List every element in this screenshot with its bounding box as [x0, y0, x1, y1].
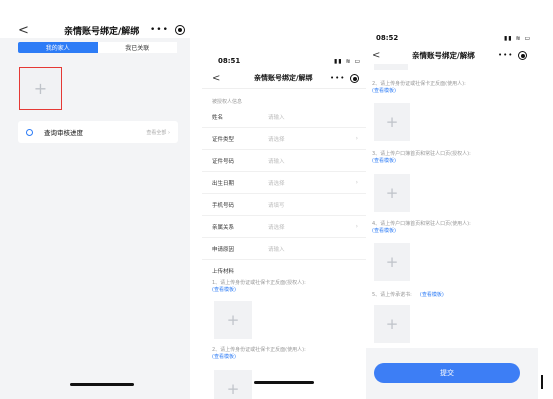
- upload-text: 2、请上传身份证或社保卡正反面(使用人):: [372, 81, 466, 87]
- upload-box-partial: [374, 64, 408, 70]
- field-label: 出生日期: [212, 180, 235, 187]
- field-label: 证件类型: [212, 136, 235, 143]
- page-title: 亲情账号绑定/解绑: [412, 50, 475, 60]
- back-button[interactable]: <: [212, 73, 220, 84]
- more-icon[interactable]: •••: [150, 25, 169, 35]
- view-all-link[interactable]: 查看全部 ›: [146, 129, 170, 136]
- field-label: 手机号码: [212, 202, 235, 209]
- more-icon[interactable]: •••: [330, 74, 345, 82]
- form-row-id-number[interactable]: 证件号码 请输入: [202, 150, 366, 172]
- chevron-right-icon: ›: [355, 135, 358, 142]
- view-template-link[interactable]: (查看模板): [212, 287, 306, 294]
- id-number-input[interactable]: 请输入: [268, 157, 285, 165]
- clock-icon: [26, 128, 33, 136]
- field-label: 亲属关系: [212, 224, 235, 231]
- form-row-id-type[interactable]: 证件类型 请选择 ›: [202, 128, 366, 150]
- form-row-name[interactable]: 姓名 请输入: [202, 106, 366, 128]
- upload-text: 4、请上传户口簿首页和常驻人口页(使用人):: [372, 221, 471, 227]
- status-time: 08:51: [218, 57, 241, 65]
- divider: [202, 88, 366, 89]
- form-row-reason[interactable]: 申请原因 请输入: [202, 238, 366, 260]
- chevron-right-icon: ›: [355, 179, 358, 186]
- field-label: 申请原因: [212, 246, 235, 253]
- status-time: 08:52: [376, 34, 399, 42]
- upload-instruction: 3、请上传户口簿首页和常驻人口页(授权人): (查看模板): [372, 151, 471, 165]
- mini-program-capsule[interactable]: •••: [150, 25, 185, 35]
- home-indicator: [70, 383, 134, 386]
- upload-text: 1、请上传身份证或社保卡正反面(授权人):: [212, 280, 306, 286]
- nav-bar: < 亲情账号绑定/解绑 •••: [202, 72, 366, 84]
- upload-section-title: 上传材料: [212, 269, 235, 275]
- upload-text: 5、请上传承诺书:: [372, 292, 412, 298]
- review-progress-label: 查询审核进度: [44, 129, 83, 137]
- mini-program-capsule[interactable]: •••: [498, 50, 528, 60]
- chevron-right-icon: ›: [355, 223, 358, 230]
- status-bar-area: [0, 0, 190, 22]
- view-template-link[interactable]: (查看模板): [372, 158, 471, 165]
- view-template-link[interactable]: (查看模板): [212, 354, 306, 361]
- review-progress-card[interactable]: 查询审核进度 查看全部 ›: [18, 121, 178, 143]
- upload-box[interactable]: +: [214, 370, 252, 399]
- upload-box[interactable]: +: [374, 103, 410, 141]
- tab-bar: 我的家人 我已关联: [18, 42, 177, 53]
- name-input[interactable]: 请输入: [268, 113, 285, 121]
- reason-input[interactable]: 请输入: [268, 245, 285, 253]
- id-type-select[interactable]: 请选择: [268, 135, 285, 143]
- screen-bind-form: 08:51 ▮▮ ≋ ▭ < 亲情账号绑定/解绑 ••• 被授权人信息 姓名 请…: [202, 0, 366, 399]
- nav-bar: < 亲情账号绑定/解绑 •••: [366, 49, 538, 61]
- close-target-icon[interactable]: [350, 73, 360, 83]
- add-family-button[interactable]: +: [19, 67, 62, 110]
- upload-instruction: 2、请上传身份证或社保卡正反面(使用人): (查看模板): [212, 347, 306, 361]
- page-title: 亲情账号绑定/解绑: [64, 26, 140, 37]
- status-icons: ▮▮ ≋ ▭: [504, 35, 532, 42]
- upload-text: 2、请上传身份证或社保卡正反面(使用人):: [212, 347, 306, 353]
- form-row-relation[interactable]: 亲属关系 请选择 ›: [202, 216, 366, 238]
- form-row-phone[interactable]: 手机号码 请填写: [202, 194, 366, 216]
- upload-instruction: 2、请上传身份证或社保卡正反面(使用人): (查看模板): [372, 81, 466, 95]
- birthdate-select[interactable]: 请选择: [268, 179, 285, 187]
- tab-my-family[interactable]: 我的家人: [18, 42, 98, 53]
- section-title: 被授权人信息: [212, 99, 243, 105]
- close-target-icon[interactable]: [518, 50, 528, 60]
- close-target-icon[interactable]: [174, 25, 185, 35]
- tab-linked[interactable]: 我已关联: [97, 42, 177, 53]
- status-icons: ▮▮ ≋ ▭: [334, 58, 362, 65]
- phone-input[interactable]: 请填写: [268, 201, 285, 209]
- field-label: 姓名: [212, 114, 224, 121]
- upload-box[interactable]: +: [214, 301, 252, 339]
- view-template-link[interactable]: (查看模板): [372, 88, 466, 95]
- mini-program-capsule[interactable]: •••: [330, 73, 360, 83]
- upload-box[interactable]: +: [374, 243, 410, 281]
- upload-box[interactable]: +: [374, 174, 410, 212]
- page-title: 亲情账号绑定/解绑: [254, 74, 313, 82]
- more-icon[interactable]: •••: [498, 51, 513, 59]
- upload-text: 3、请上传户口簿首页和常驻人口页(授权人):: [372, 151, 471, 157]
- view-template-link[interactable]: (查看模板): [420, 292, 444, 299]
- screen-family-list: < 亲情账号绑定/解绑 ••• 我的家人 我已关联 + 查询审核进度 查看全部 …: [0, 0, 190, 399]
- back-button[interactable]: <: [18, 23, 29, 38]
- upload-box[interactable]: +: [374, 305, 410, 343]
- upload-instruction: 5、请上传承诺书: (查看模板): [372, 292, 444, 299]
- back-button[interactable]: <: [372, 50, 380, 61]
- form-row-birthdate[interactable]: 出生日期 请选择 ›: [202, 172, 366, 194]
- submit-button[interactable]: 提交: [374, 363, 520, 383]
- text-cursor-mark: [541, 375, 543, 389]
- upload-instruction: 1、请上传身份证或社保卡正反面(授权人): (查看模板): [212, 280, 306, 294]
- relation-select[interactable]: 请选择: [268, 223, 285, 231]
- home-indicator: [254, 381, 314, 384]
- field-label: 证件号码: [212, 158, 235, 165]
- nav-bar: < 亲情账号绑定/解绑 •••: [0, 22, 190, 38]
- view-template-link[interactable]: (查看模板): [372, 228, 471, 235]
- upload-instruction: 4、请上传户口簿首页和常驻人口页(使用人): (查看模板): [372, 221, 471, 235]
- screen-bind-uploads: 08:52 ▮▮ ≋ ▭ < 亲情账号绑定/解绑 ••• 2、请上传身份证或社保…: [366, 0, 538, 399]
